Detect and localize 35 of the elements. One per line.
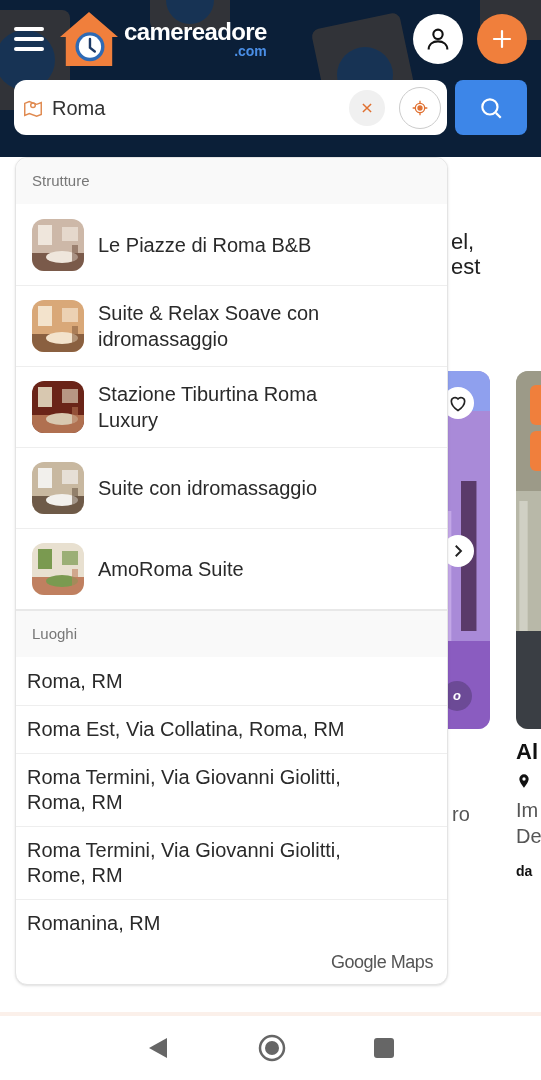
property-suggestion[interactable]: AmoRoma Suite [16, 528, 447, 609]
target-icon [412, 99, 428, 116]
place-suggestion[interactable]: Romanina, RM [16, 899, 447, 947]
square-icon [373, 1038, 394, 1058]
property-suggestion[interactable]: Stazione Tiburtina Roma Luxury [16, 366, 447, 447]
card-text: ro [452, 802, 471, 827]
locate-button[interactable] [399, 86, 441, 129]
section-header: Luoghi [16, 611, 447, 657]
section-header: Strutture [16, 158, 447, 204]
attribution-text: Google Maps [330, 951, 433, 974]
search-button[interactable] [455, 80, 527, 135]
card-text: De [516, 824, 541, 849]
home-circle-icon [257, 1034, 286, 1062]
property-suggestion[interactable]: Suite con idromassaggio [16, 447, 447, 528]
home-button[interactable] [257, 1034, 286, 1062]
search-field[interactable]: Roma [52, 92, 341, 123]
back-button[interactable] [147, 1036, 170, 1060]
house-clock-icon [58, 10, 120, 68]
card-title: Al [516, 739, 539, 765]
recents-button[interactable] [373, 1038, 394, 1058]
place-suggestion[interactable]: Roma Est, Via Collatina, Roma, RM [16, 705, 447, 753]
place-suggestion[interactable]: Roma Termini, Via Giovanni Giolitti, Rome, RM [16, 826, 447, 899]
intro-text: el, [451, 229, 476, 254]
logo-text: camereadore [124, 20, 267, 44]
property-suggestion[interactable]: Le Piazze di Roma B&B [16, 204, 447, 285]
logo-suffix: .com [234, 44, 267, 58]
plus-icon [490, 27, 514, 51]
close-icon [360, 100, 374, 115]
card-text: Im [516, 798, 540, 823]
property-suggestion[interactable]: Suite & Relax Soave con idromassaggio [16, 285, 447, 366]
search-box[interactable]: Roma [14, 80, 447, 135]
intro-text: est [451, 254, 482, 279]
price-label: da [516, 862, 534, 881]
back-triangle-icon [147, 1037, 168, 1059]
place-suggestion[interactable]: Roma Termini, Via Giovanni Giolitti, Roma, RM [16, 753, 447, 826]
